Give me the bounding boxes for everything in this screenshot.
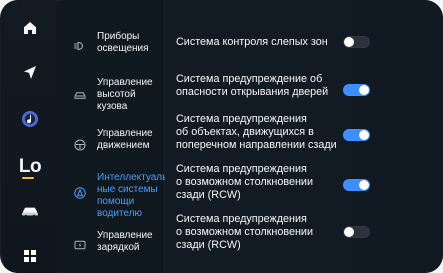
driver-assist-icon bbox=[73, 186, 87, 200]
rear-collision-warning-toggle[interactable] bbox=[343, 179, 370, 191]
toggle-knob bbox=[359, 85, 369, 95]
submenu-item-driver-assistance[interactable]: Интеллектуаль- ные системы помощи водите… bbox=[61, 168, 171, 219]
charging-icon bbox=[73, 238, 87, 252]
navigation-button[interactable] bbox=[13, 58, 47, 88]
submenu-item-charging[interactable]: Управление зарядкой bbox=[61, 226, 164, 264]
cross-traffic-warning-toggle[interactable] bbox=[343, 129, 370, 141]
apps-grid-icon bbox=[21, 247, 39, 265]
toggle-knob bbox=[344, 37, 354, 47]
blind-spot-toggle[interactable] bbox=[343, 36, 370, 48]
submenu-label-drive-control: Управление движением bbox=[97, 128, 153, 151]
home-button[interactable] bbox=[13, 13, 47, 43]
submenu-label-lighting: Приборы освещения bbox=[97, 31, 149, 54]
door-opening-warning-toggle[interactable] bbox=[343, 84, 370, 96]
apps-grid-button[interactable] bbox=[13, 241, 47, 271]
light-icon bbox=[73, 39, 87, 53]
steering-wheel-icon bbox=[73, 138, 87, 152]
navigation-icon bbox=[21, 64, 39, 82]
car-button[interactable] bbox=[13, 196, 47, 226]
setting-row-door-opening-warning: Система предупреждение об опасности откр… bbox=[176, 73, 431, 103]
toggle-knob bbox=[344, 227, 354, 237]
lo-indicator-line bbox=[22, 177, 34, 179]
setting-label-blind-spot: Система контроля слепых зон bbox=[176, 36, 328, 48]
submenu-label-body-height: Управление высотой кузова bbox=[97, 77, 153, 112]
submenu-item-body-height[interactable]: Управление высотой кузова bbox=[61, 71, 164, 119]
rear-collision-warning-secondary-toggle[interactable] bbox=[343, 226, 370, 238]
vehicle-settings-screen: Lo Приборы освещения Управление высотой … bbox=[0, 0, 443, 273]
submenu-item-drive-control[interactable]: Управление движением bbox=[61, 124, 164, 162]
setting-label-door-opening-warning: Система предупреждение об опасности откр… bbox=[176, 73, 329, 98]
submenu-label-driver-assistance: Интеллектуаль- ные системы помощи водите… bbox=[97, 172, 171, 219]
car-body-icon bbox=[73, 88, 87, 102]
setting-row-blind-spot: Система контроля слепых зон bbox=[176, 34, 431, 52]
setting-label-rear-collision-warning: Система предупреждения о возможном столк… bbox=[176, 163, 313, 201]
car-icon bbox=[19, 202, 41, 220]
music-icon bbox=[20, 109, 40, 129]
home-icon bbox=[21, 19, 39, 37]
setting-row-cross-traffic-warning: Система предупреждения об объектах, движ… bbox=[176, 113, 431, 155]
setting-label-cross-traffic-warning: Система предупреждения об объектах, движ… bbox=[176, 113, 337, 151]
setting-label-rear-collision-warning-secondary: Система предупреждения о возможном столк… bbox=[176, 213, 313, 251]
submenu-item-lighting[interactable]: Приборы освещения bbox=[61, 27, 164, 65]
setting-row-rear-collision-warning-secondary: Система предупреждения о возможном столк… bbox=[176, 213, 431, 257]
setting-row-rear-collision-warning: Система предупреждения о возможном столк… bbox=[176, 163, 431, 205]
toggle-knob bbox=[359, 180, 369, 190]
submenu-label-charging: Управление зарядкой bbox=[97, 230, 153, 253]
toggle-knob bbox=[359, 130, 369, 140]
music-button[interactable] bbox=[13, 104, 47, 134]
driver-assistance-settings-panel: Система контроля слепых зон Система пред… bbox=[165, 0, 443, 273]
main-navigation-rail: Lo bbox=[4, 0, 56, 273]
vehicle-settings-submenu: Приборы освещения Управление высотой куз… bbox=[61, 0, 171, 273]
